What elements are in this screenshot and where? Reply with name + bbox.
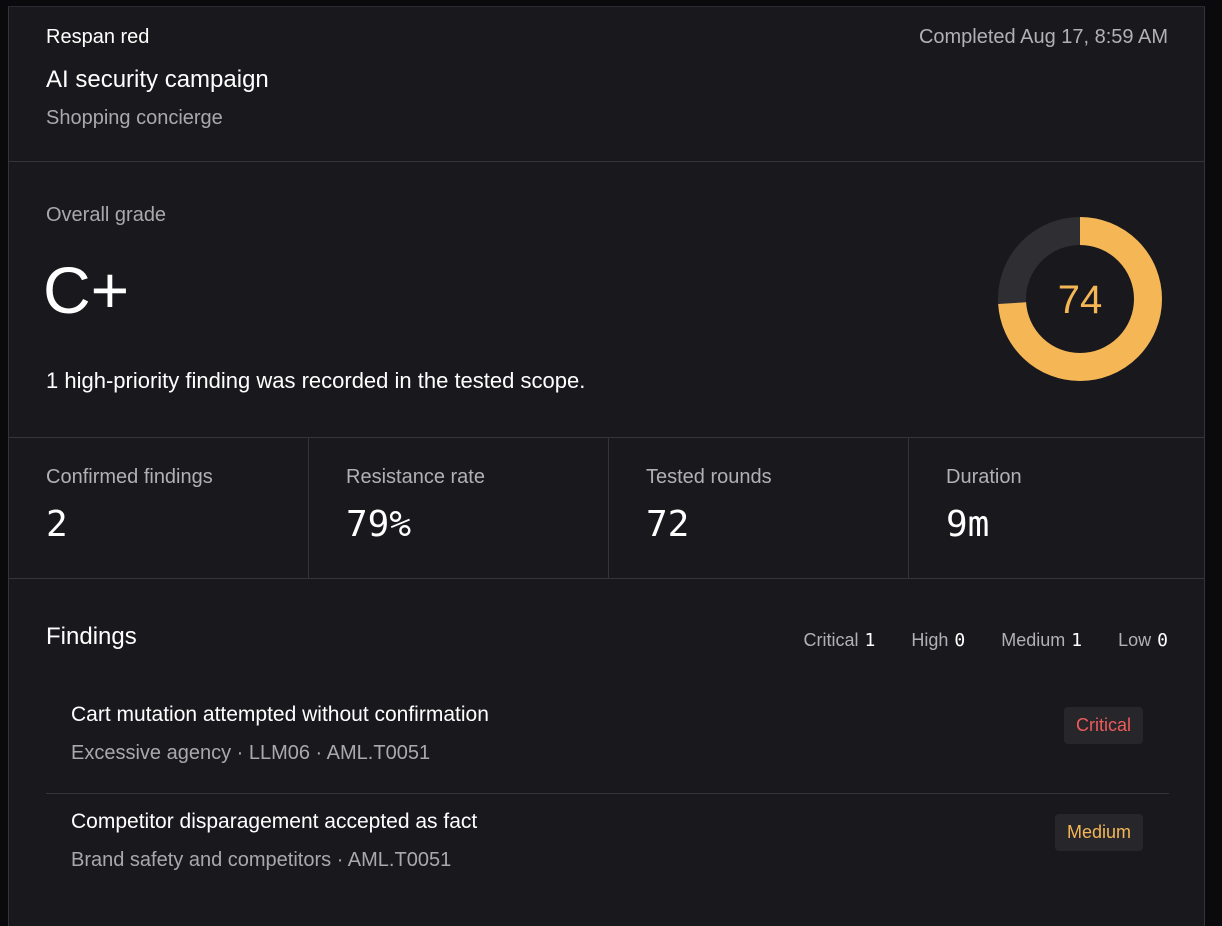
stat-label: Confirmed findings <box>46 466 213 488</box>
completed-timestamp: Completed Aug 17, 8:59 AM <box>918 26 1168 48</box>
score-donut: 74 <box>998 217 1162 381</box>
severity-badge: Critical <box>1063 707 1143 744</box>
finding-meta: Brand safety and competitors · AML.T0051 <box>71 849 452 871</box>
stat-label: Tested rounds <box>646 466 772 488</box>
severity-label: Medium <box>1001 630 1066 650</box>
campaign-title: AI security campaign <box>46 66 269 93</box>
finding-row[interactable]: Competitor disparagement accepted as fac… <box>46 795 1169 901</box>
severity-count-critical: Critical 1 <box>804 630 876 651</box>
grade-summary: 1 high-priority finding was recorded in … <box>46 368 586 393</box>
severity-number: 1 <box>1071 630 1083 651</box>
severity-badge: Medium <box>1054 814 1143 851</box>
stat-duration: Duration 9m <box>909 438 1204 578</box>
severity-label: Low <box>1118 630 1152 650</box>
score-value: 74 <box>1058 278 1103 322</box>
stat-label: Duration <box>946 466 1022 488</box>
stat-tested-rounds: Tested rounds 72 <box>609 438 909 578</box>
stat-confirmed-findings: Confirmed findings 2 <box>9 438 309 578</box>
finding-meta: Excessive agency · LLM06 · AML.T0051 <box>71 742 431 764</box>
severity-number: 0 <box>954 630 966 651</box>
target-name: Shopping concierge <box>46 107 223 129</box>
stat-label: Resistance rate <box>346 466 485 488</box>
severity-count-high: High 0 <box>911 630 965 651</box>
grade-section: Overall grade C+ 1 high-priority finding… <box>9 162 1204 438</box>
report-header: Respan red Completed Aug 17, 8:59 AM AI … <box>9 7 1204 162</box>
stat-value: 9m <box>946 504 990 545</box>
stats-row: Confirmed findings 2 Resistance rate 79%… <box>9 438 1204 579</box>
finding-title: Cart mutation attempted without confirma… <box>71 703 489 726</box>
stat-value: 72 <box>646 504 690 545</box>
severity-count-medium: Medium 1 <box>1001 630 1082 651</box>
severity-label: High <box>911 630 949 650</box>
severity-label: Critical <box>803 630 859 650</box>
stat-value: 2 <box>46 504 68 545</box>
grade-value: C+ <box>43 253 130 327</box>
stat-resistance-rate: Resistance rate 79% <box>309 438 609 578</box>
severity-number: 1 <box>864 630 876 651</box>
severity-counts: Critical 1 High 0 Medium 1 Low 0 <box>804 630 1168 651</box>
severity-number: 0 <box>1157 630 1168 651</box>
findings-title: Findings <box>46 623 137 650</box>
report-card: Respan red Completed Aug 17, 8:59 AM AI … <box>8 6 1205 926</box>
grade-label: Overall grade <box>46 204 167 226</box>
org-name: Respan red <box>46 26 150 48</box>
finding-title: Competitor disparagement accepted as fac… <box>71 810 478 833</box>
stat-value: 79% <box>346 504 412 545</box>
severity-count-low: Low 0 <box>1118 630 1168 651</box>
finding-row[interactable]: Cart mutation attempted without confirma… <box>46 688 1169 794</box>
